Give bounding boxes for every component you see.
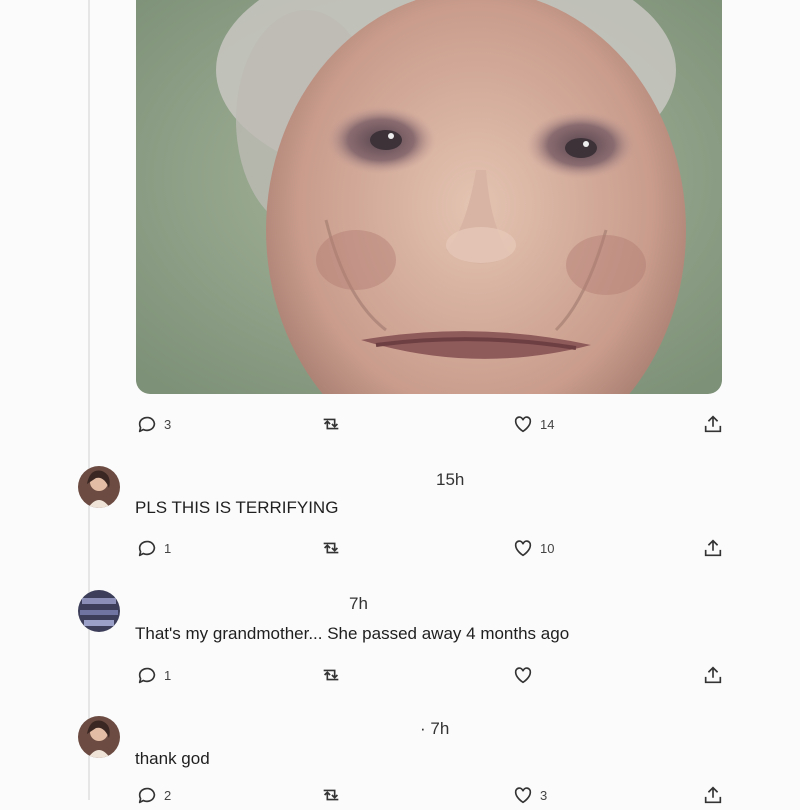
reply-text: That's my grandmother... She passed away…: [135, 624, 570, 643]
reply-button[interactable]: 1: [136, 664, 171, 686]
reply-count: 2: [164, 787, 172, 803]
reply-button[interactable]: 2: [136, 784, 171, 806]
reply-action-bar: 1: [0, 664, 800, 690]
like-button[interactable]: 14: [512, 413, 554, 435]
retweet-button[interactable]: [319, 537, 343, 559]
speech-bubble-icon: [138, 416, 156, 433]
like-count: 14: [540, 416, 555, 432]
retweet-button[interactable]: [319, 784, 343, 806]
reply-count: 1: [164, 540, 172, 556]
heart-icon: [514, 416, 532, 433]
speech-bubble-icon: [138, 540, 156, 557]
reply-timestamp: 15h: [436, 470, 465, 489]
avatar[interactable]: [78, 466, 120, 508]
reply-count: 1: [164, 667, 172, 683]
share-icon: [704, 666, 722, 684]
speech-bubble-icon: [138, 787, 156, 804]
reply-timestamp: · 7h: [420, 719, 450, 738]
heart-icon: [514, 667, 532, 684]
like-count: 10: [540, 540, 555, 556]
share-button[interactable]: [702, 413, 724, 435]
post-media-image[interactable]: [136, 0, 722, 394]
like-button[interactable]: 10: [512, 537, 554, 559]
reply-count: 3: [164, 416, 172, 432]
avatar[interactable]: [78, 590, 120, 632]
reply-button[interactable]: 3: [136, 413, 171, 435]
like-button[interactable]: [512, 664, 534, 686]
retweet-button[interactable]: [319, 664, 343, 686]
like-count: 3: [540, 787, 548, 803]
heart-icon: [514, 540, 532, 557]
like-button[interactable]: 3: [512, 784, 547, 806]
avatar[interactable]: [78, 716, 120, 758]
reply-action-bar: 1 10: [0, 537, 800, 563]
share-button[interactable]: [702, 664, 724, 686]
reply-text: PLS THIS IS TERRIFYING: [135, 498, 339, 517]
reply-button[interactable]: 1: [136, 537, 171, 559]
share-button[interactable]: [702, 784, 724, 806]
share-button[interactable]: [702, 537, 724, 559]
reply-text: thank god: [135, 749, 210, 768]
retweet-icon: [323, 418, 339, 430]
retweet-icon: [323, 542, 339, 554]
share-icon: [704, 415, 722, 433]
heart-icon: [514, 787, 532, 804]
share-icon: [704, 786, 722, 804]
share-icon: [704, 539, 722, 557]
reply-action-bar: 2 3: [0, 784, 800, 810]
retweet-icon: [323, 669, 339, 681]
retweet-icon: [323, 789, 339, 801]
speech-bubble-icon: [138, 667, 156, 684]
post-action-bar: 3 14: [0, 413, 800, 439]
retweet-button[interactable]: [319, 413, 343, 435]
reply-timestamp: 7h: [349, 594, 368, 613]
